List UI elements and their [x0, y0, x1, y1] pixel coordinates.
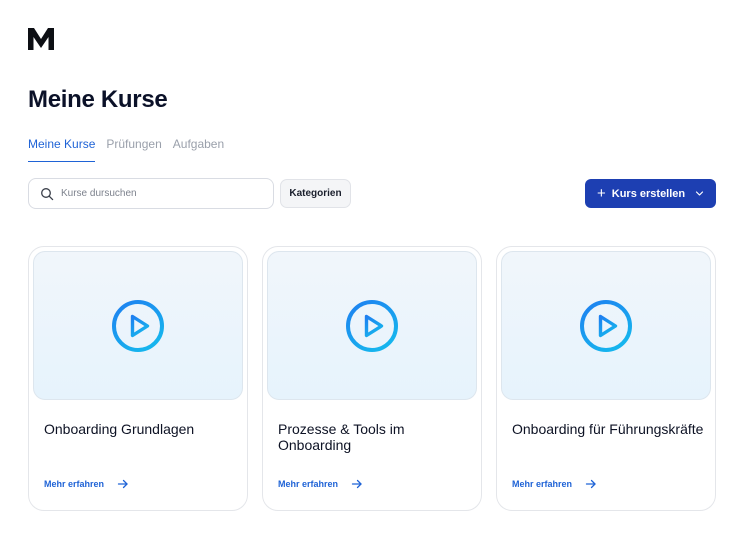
categories-button[interactable]: Kategorien: [280, 179, 351, 208]
play-circle-icon[interactable]: [579, 299, 633, 353]
search-input[interactable]: [61, 188, 261, 199]
create-course-button[interactable]: + Kurs erstellen: [585, 179, 716, 208]
create-course-label: Kurs erstellen: [611, 187, 686, 200]
more-link[interactable]: Mehr erfahren: [278, 478, 363, 490]
more-link-label: Mehr erfahren: [512, 479, 573, 489]
course-thumbnail[interactable]: [33, 251, 243, 400]
play-circle-icon[interactable]: [345, 299, 399, 353]
search-icon: [41, 187, 54, 200]
course-title: Onboarding für Führungskräfte: [512, 421, 704, 437]
more-link[interactable]: Mehr erfahren: [44, 478, 129, 490]
more-link-label: Mehr erfahren: [44, 479, 105, 489]
search-box[interactable]: [28, 178, 274, 209]
course-thumbnail[interactable]: [267, 251, 477, 400]
arrow-right-icon: [585, 479, 596, 489]
m-logo-icon[interactable]: [28, 28, 54, 50]
chevron-down-icon[interactable]: [695, 189, 704, 198]
more-link-label: Mehr erfahren: [278, 479, 339, 489]
course-card[interactable]: Onboarding für Führungskräfte Mehr erfah…: [496, 246, 716, 511]
plus-icon: +: [597, 185, 606, 202]
page-title: Meine Kurse: [28, 86, 168, 113]
arrow-right-icon: [117, 479, 128, 489]
arrow-right-icon: [351, 479, 362, 489]
course-thumbnail[interactable]: [501, 251, 711, 400]
course-card[interactable]: Prozesse & Tools im Onboarding Mehr erfa…: [262, 246, 482, 511]
tab-pruefungen[interactable]: Prüfungen: [106, 136, 161, 162]
tab-bar: Meine Kurse Prüfungen Aufgaben: [28, 136, 224, 162]
play-circle-icon[interactable]: [111, 299, 165, 353]
tab-aufgaben[interactable]: Aufgaben: [173, 136, 224, 162]
more-link[interactable]: Mehr erfahren: [512, 478, 597, 490]
course-title: Prozesse & Tools im Onboarding: [278, 421, 405, 453]
course-title: Onboarding Grundlagen: [44, 421, 195, 437]
course-card[interactable]: Onboarding Grundlagen Mehr erfahren: [28, 246, 248, 511]
tab-meine-kurse[interactable]: Meine Kurse: [28, 136, 96, 162]
